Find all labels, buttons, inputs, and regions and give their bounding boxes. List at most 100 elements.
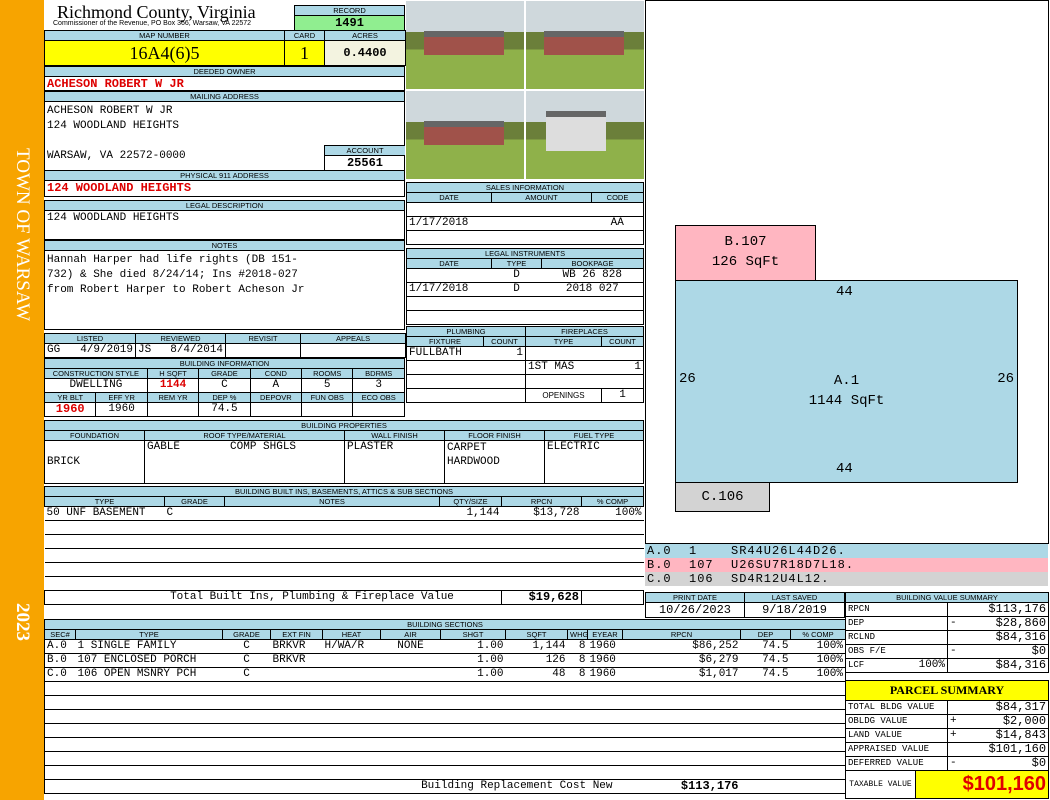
cell: D [491, 282, 542, 297]
cell [222, 765, 271, 780]
summary-value: $84,317 [963, 700, 1050, 715]
header-row: DATE AMOUNT CODE [406, 192, 645, 203]
header-row: SEC#TYPEGRADEEXT FINHEATAIRSHGTSQFTWHGTE… [44, 629, 847, 640]
cell [567, 681, 588, 696]
cell [580, 590, 645, 605]
sketch-area-b: B.107 126 SqFt [675, 225, 816, 281]
cell [222, 723, 271, 738]
area-sqft: 1144 SqFt [808, 393, 885, 409]
cell [501, 534, 582, 549]
cell [505, 681, 568, 696]
cell [501, 576, 582, 591]
col-header: QTY/SIZE [439, 496, 502, 507]
summary-operator: + [947, 714, 964, 729]
cell: 50 UNF BASEMENT [44, 506, 165, 521]
cell [164, 562, 225, 577]
cell [44, 548, 165, 563]
cell [75, 681, 223, 696]
cell [525, 374, 602, 389]
cell [406, 296, 492, 311]
summary-operator: - [947, 616, 964, 631]
building-info-value: 1960 [95, 402, 148, 417]
col-header: CODE [590, 192, 645, 203]
fuel-type: ELECTRIC [543, 440, 645, 484]
cell [501, 520, 582, 535]
cell: BRKVR [270, 653, 323, 668]
cell [322, 765, 381, 780]
table-row [44, 681, 847, 696]
col-header: DATE [406, 192, 492, 203]
cell [587, 751, 623, 766]
mailing-label: MAILING ADDRESS [45, 92, 404, 102]
cell: $86,252 [622, 639, 741, 654]
legal-label: LEGAL DESCRIPTION [45, 201, 404, 211]
cell [601, 346, 644, 361]
card-number: 1 [284, 40, 325, 66]
parcel-summary-title: PARCEL SUMMARY [844, 680, 1050, 701]
notes-line: 732) & She died 8/24/14; Ins #2018-027 [47, 269, 298, 281]
cell [567, 695, 588, 710]
cell [439, 520, 502, 535]
summary-operator [947, 700, 964, 715]
cell [740, 695, 791, 710]
cell [380, 737, 441, 752]
legend-cell: SD4R12U4L12. [731, 572, 830, 586]
cell [740, 681, 791, 696]
cell [224, 534, 440, 549]
cell: B.0 [44, 653, 76, 668]
cell [222, 695, 271, 710]
header-row: TYPE COUNT [525, 336, 644, 347]
cell [483, 360, 526, 375]
summary-row: OBLDG VALUE + $2,000 [845, 714, 1050, 729]
cell: 74.5 [740, 653, 791, 668]
building-info-value [146, 402, 200, 417]
cell [505, 723, 568, 738]
summary-label: RPCN [845, 602, 948, 617]
record-value: 1491 [295, 16, 404, 30]
sales-table: SALES INFORMATION DATE AMOUNT CODE 1/17/2018… [405, 182, 645, 245]
cell [740, 709, 791, 724]
listed-by: GG [44, 343, 75, 358]
cell [505, 751, 568, 766]
cell [587, 765, 623, 780]
mailing-line: ACHESON ROBERT W JR [47, 105, 173, 117]
cell [439, 576, 502, 591]
table-row: D WB 26 828 [406, 268, 645, 283]
replacement-cost: $113,176 [622, 779, 741, 794]
cell: A.0 [44, 639, 76, 654]
table-row [406, 310, 645, 325]
cell: 1960 [587, 653, 623, 668]
cell [740, 737, 791, 752]
cell [224, 548, 440, 563]
cell [622, 751, 741, 766]
cell [591, 202, 645, 217]
taxable-label: TAXABLE VALUE [845, 770, 916, 799]
cell [322, 667, 381, 682]
cell: AA [591, 216, 645, 231]
cell [525, 346, 602, 361]
legal-box: LEGAL DESCRIPTION 124 WOODLAND HEIGHTS [44, 200, 405, 240]
building-info-value: DWELLING [44, 378, 148, 393]
cell [439, 562, 502, 577]
physical-address-box: PHYSICAL 911 ADDRESS 124 WOODLAND HEIGHT… [44, 170, 405, 197]
property-photo [406, 1, 524, 89]
summary-value: $28,860 [963, 616, 1050, 631]
properties-label: BUILDING PROPERTIES [43, 420, 645, 431]
cell: 126 [505, 653, 568, 668]
col-header: ECO OBS [352, 392, 405, 403]
table-row [44, 534, 644, 549]
cell [44, 709, 76, 724]
foundation: BRICK [44, 440, 145, 484]
owner-label: DEEDED OWNER [45, 67, 404, 77]
col-header: GRADE [164, 496, 225, 507]
sketch-legend-row: C.0 106 SD4R12U4L12. [645, 572, 1048, 586]
col-header: COUNT [601, 336, 644, 347]
header-row: PLUMBING [406, 326, 526, 337]
print-date: 10/26/2023 [646, 603, 745, 617]
col-header: FOUNDATION [44, 430, 145, 441]
cell: 1.00 [440, 639, 506, 654]
cell [406, 230, 492, 245]
building-info-value: C [198, 378, 251, 393]
mailing-box: MAILING ADDRESS ACHESON ROBERT W JR 124 … [44, 91, 405, 171]
table-row [44, 723, 847, 738]
